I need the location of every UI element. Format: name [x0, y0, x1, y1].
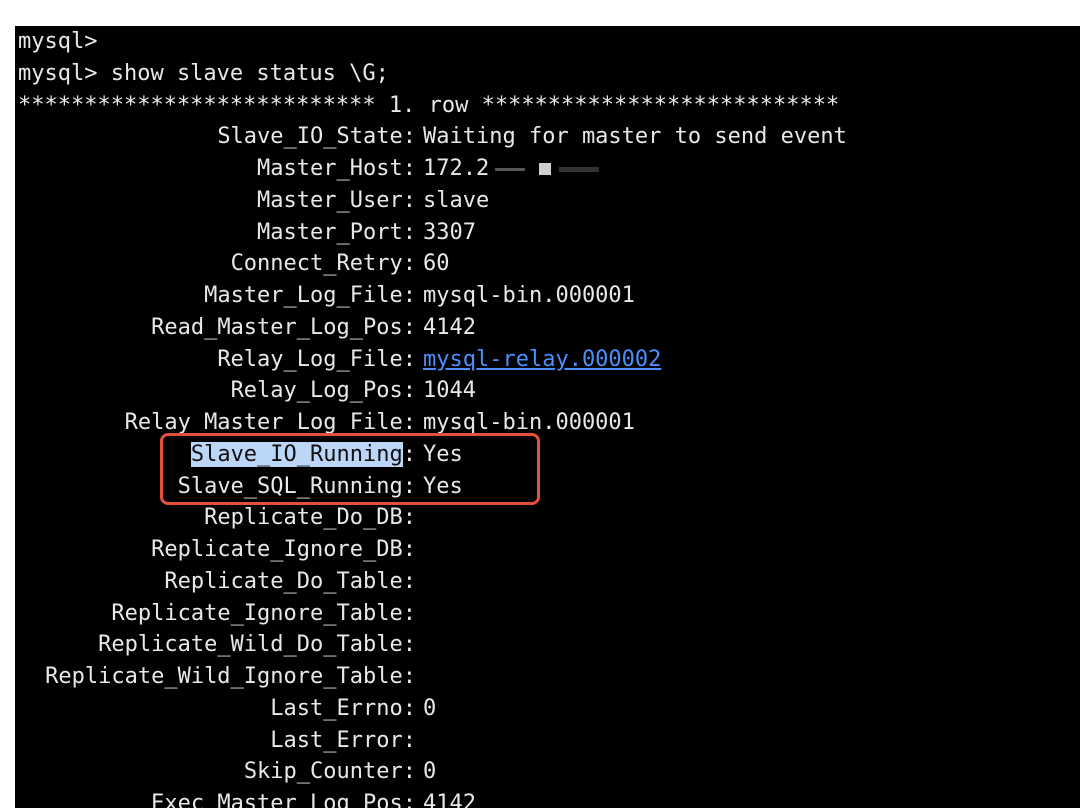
- field-key: Read_Master_Log_Pos:: [151, 314, 416, 340]
- field-value: 3307: [423, 219, 476, 245]
- field-value: mysql-bin.000001: [423, 283, 635, 308]
- field-key: Exec_Master_Log_Pos:: [151, 791, 416, 808]
- field-key: Replicate_Do_Table:: [164, 568, 416, 594]
- field-replicate-wild-do-table: Replicate_Wild_Do_Table:: [15, 629, 1075, 661]
- annotation-highlight-box: [160, 433, 540, 505]
- redaction-mark: [495, 167, 526, 171]
- field-replicate-ignore-table: Replicate_Ignore_Table:: [15, 598, 1075, 630]
- field-value-container: 172.2: [423, 153, 600, 185]
- field-skip-counter: Skip_Counter: 0: [15, 756, 1075, 788]
- redaction-mark: [559, 166, 600, 172]
- field-master-host: Master_Host: 172.2: [15, 153, 1075, 185]
- field-relay-log-pos: Relay_Log_Pos: 1044: [15, 375, 1075, 407]
- field-key: Replicate_Wild_Do_Table:: [98, 632, 416, 658]
- field-value: 1044: [423, 378, 476, 404]
- field-value: Waiting for master to send event: [423, 124, 847, 150]
- field-replicate-do-table: Replicate_Do_Table:: [15, 566, 1075, 598]
- field-value: slave: [423, 187, 490, 213]
- relay-log-file-link[interactable]: mysql-relay.000002: [423, 344, 661, 376]
- field-key: Slave_IO_State:: [217, 124, 416, 150]
- field-key: Master_Port:: [257, 219, 416, 245]
- field-value: 4142: [423, 314, 476, 340]
- field-key: Replicate_Ignore_Table:: [111, 600, 416, 626]
- field-key: Replicate_Wild_Ignore_Table:: [45, 664, 416, 689]
- field-master-user: Master_User: slave: [15, 185, 1075, 217]
- command-line: mysql> show slave status \G;: [18, 60, 389, 86]
- field-replicate-wild-ignore-table: Replicate_Wild_Ignore_Table:: [15, 661, 1075, 693]
- field-key: Master_User:: [257, 187, 416, 213]
- field-replicate-do-db: Replicate_Do_DB:: [15, 502, 1075, 534]
- field-last-error: Last_Error:: [15, 725, 1075, 757]
- field-key: Connect_Retry:: [230, 251, 416, 277]
- field-key: Replicate_Ignore_DB:: [151, 537, 416, 562]
- field-slave-io-state: Slave_IO_State: Waiting for master to se…: [15, 121, 1075, 153]
- row-header: *************************** 1. row *****…: [18, 92, 840, 118]
- field-relay-log-file: Relay_Log_File: mysql-relay.000002: [15, 344, 1075, 376]
- field-value: 4142: [423, 791, 476, 808]
- field-replicate-ignore-db: Replicate_Ignore_DB:: [15, 534, 1075, 566]
- field-key: Master_Host:: [257, 156, 416, 181]
- field-connect-retry: Connect_Retry: 60: [15, 248, 1075, 280]
- field-exec-master-log-pos: Exec_Master_Log_Pos: 4142: [15, 788, 1075, 808]
- field-value: 0: [423, 695, 437, 721]
- terminal-window[interactable]: mysql> mysql> show slave status \G; ****…: [15, 26, 1080, 808]
- field-key: Skip_Counter:: [243, 759, 416, 785]
- field-last-errno: Last_Errno: 0: [15, 693, 1075, 725]
- field-key: Last_Errno:: [270, 695, 416, 721]
- field-value: 172.2: [423, 156, 490, 181]
- field-key: Replicate_Do_DB:: [204, 505, 416, 531]
- field-key: Master_Log_File:: [204, 283, 416, 308]
- redaction-mark: [539, 163, 552, 175]
- field-master-port: Master_Port: 3307: [15, 217, 1075, 249]
- field-master-log-file: Master_Log_File: mysql-bin.000001: [15, 280, 1075, 312]
- field-value: 0: [423, 759, 437, 785]
- prompt-line: mysql>: [18, 29, 98, 54]
- field-key: Relay_Log_File:: [217, 346, 416, 372]
- field-key: Relay_Log_Pos:: [230, 378, 416, 404]
- field-value: 60: [423, 251, 450, 277]
- field-key: Last_Error:: [270, 727, 416, 753]
- field-read-master-log-pos: Read_Master_Log_Pos: 4142: [15, 312, 1075, 344]
